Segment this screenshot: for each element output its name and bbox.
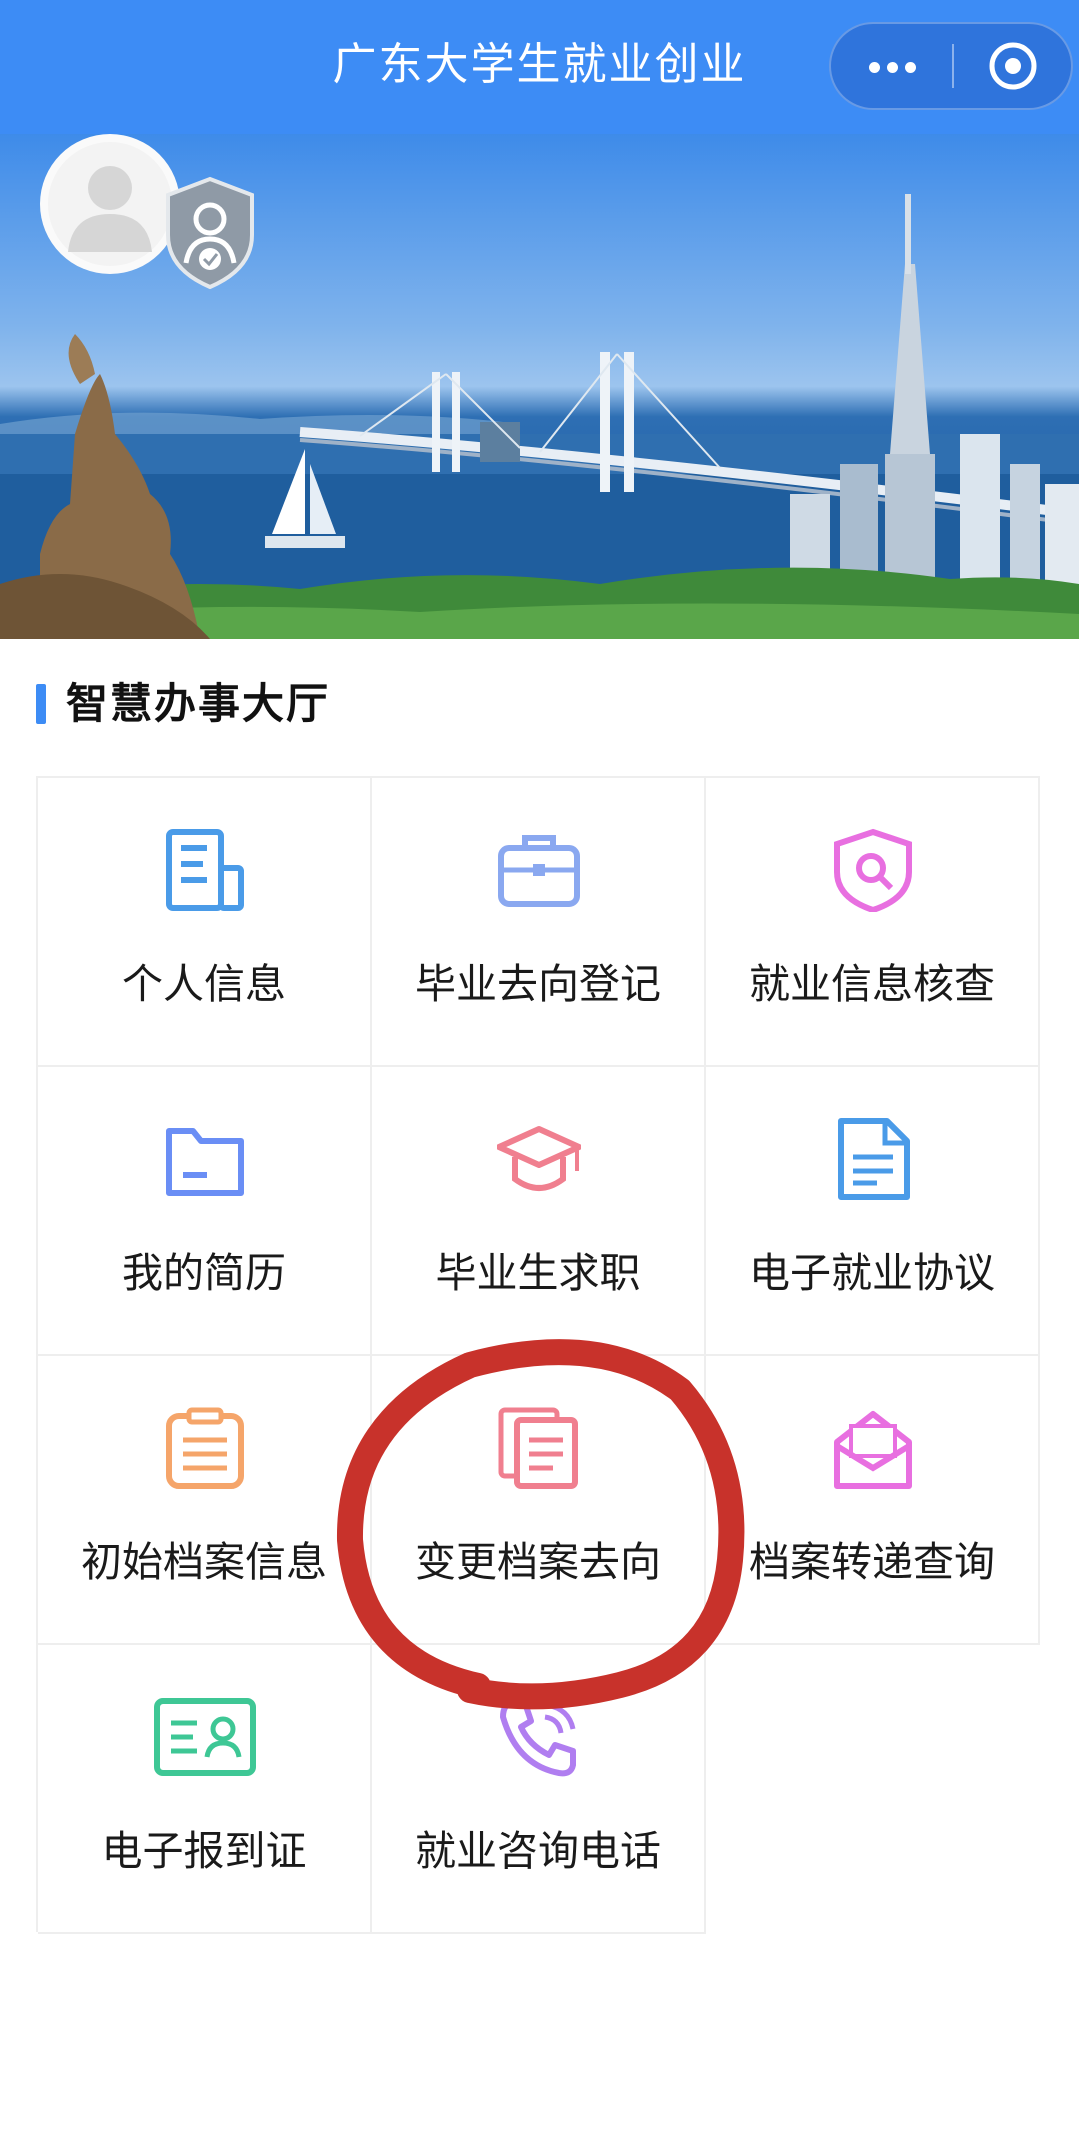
shield-search-icon: [831, 828, 915, 914]
default-avatar-icon: [68, 166, 152, 252]
service-label: 个人信息: [122, 960, 286, 1008]
service-e-agreement[interactable]: 电子就业协议: [706, 1067, 1040, 1356]
verified-user-badge-icon: [160, 173, 260, 293]
service-label: 电子报到证: [101, 1827, 307, 1875]
copy-documents-icon: [497, 1406, 581, 1490]
service-label: 初始档案信息: [81, 1538, 327, 1586]
service-archive-transfer-query[interactable]: 档案转递查询: [706, 1356, 1040, 1645]
service-employment-verify[interactable]: 就业信息核查: [706, 778, 1040, 1067]
capsule-divider: [952, 44, 954, 88]
clipboard-list-icon: [163, 1406, 247, 1490]
service-label: 就业信息核查: [749, 960, 995, 1008]
mini-program-capsule: [829, 22, 1073, 110]
id-card-icon: [154, 1695, 256, 1779]
service-label: 就业咨询电话: [415, 1827, 661, 1875]
service-personal-info[interactable]: 个人信息: [38, 778, 372, 1067]
service-e-report-card[interactable]: 电子报到证: [38, 1645, 372, 1934]
service-label: 毕业去向登记: [415, 960, 661, 1008]
envelope-letter-icon: [831, 1406, 915, 1490]
service-label: 毕业生求职: [435, 1249, 641, 1297]
graduation-cap-icon: [496, 1117, 582, 1201]
service-label: 变更档案去向: [415, 1538, 661, 1586]
more-dots-icon[interactable]: [831, 24, 952, 108]
service-label: 电子就业协议: [749, 1249, 995, 1297]
folder-icon: [163, 1117, 247, 1201]
document-info-icon: [163, 828, 247, 912]
phone-call-icon: [497, 1695, 581, 1779]
section-accent-bar: [36, 684, 46, 724]
service-graduation-destination[interactable]: 毕业去向登记: [372, 778, 706, 1067]
banner-image: [0, 134, 1079, 639]
service-change-archive[interactable]: 变更档案去向: [372, 1356, 706, 1645]
target-close-icon[interactable]: [955, 24, 1071, 108]
section-title: 智慧办事大厅: [66, 679, 331, 728]
avatar[interactable]: [40, 134, 180, 274]
file-text-icon: [831, 1117, 915, 1201]
service-consult-phone[interactable]: 就业咨询电话: [372, 1645, 706, 1934]
briefcase-icon: [497, 828, 581, 912]
service-label: 我的简历: [122, 1249, 286, 1297]
nav-bar: 广东大学生就业创业: [0, 0, 1079, 134]
service-label: 档案转递查询: [749, 1538, 995, 1586]
service-initial-archive[interactable]: 初始档案信息: [38, 1356, 372, 1645]
service-my-resume[interactable]: 我的简历: [38, 1067, 372, 1356]
service-graduate-job[interactable]: 毕业生求职: [372, 1067, 706, 1356]
